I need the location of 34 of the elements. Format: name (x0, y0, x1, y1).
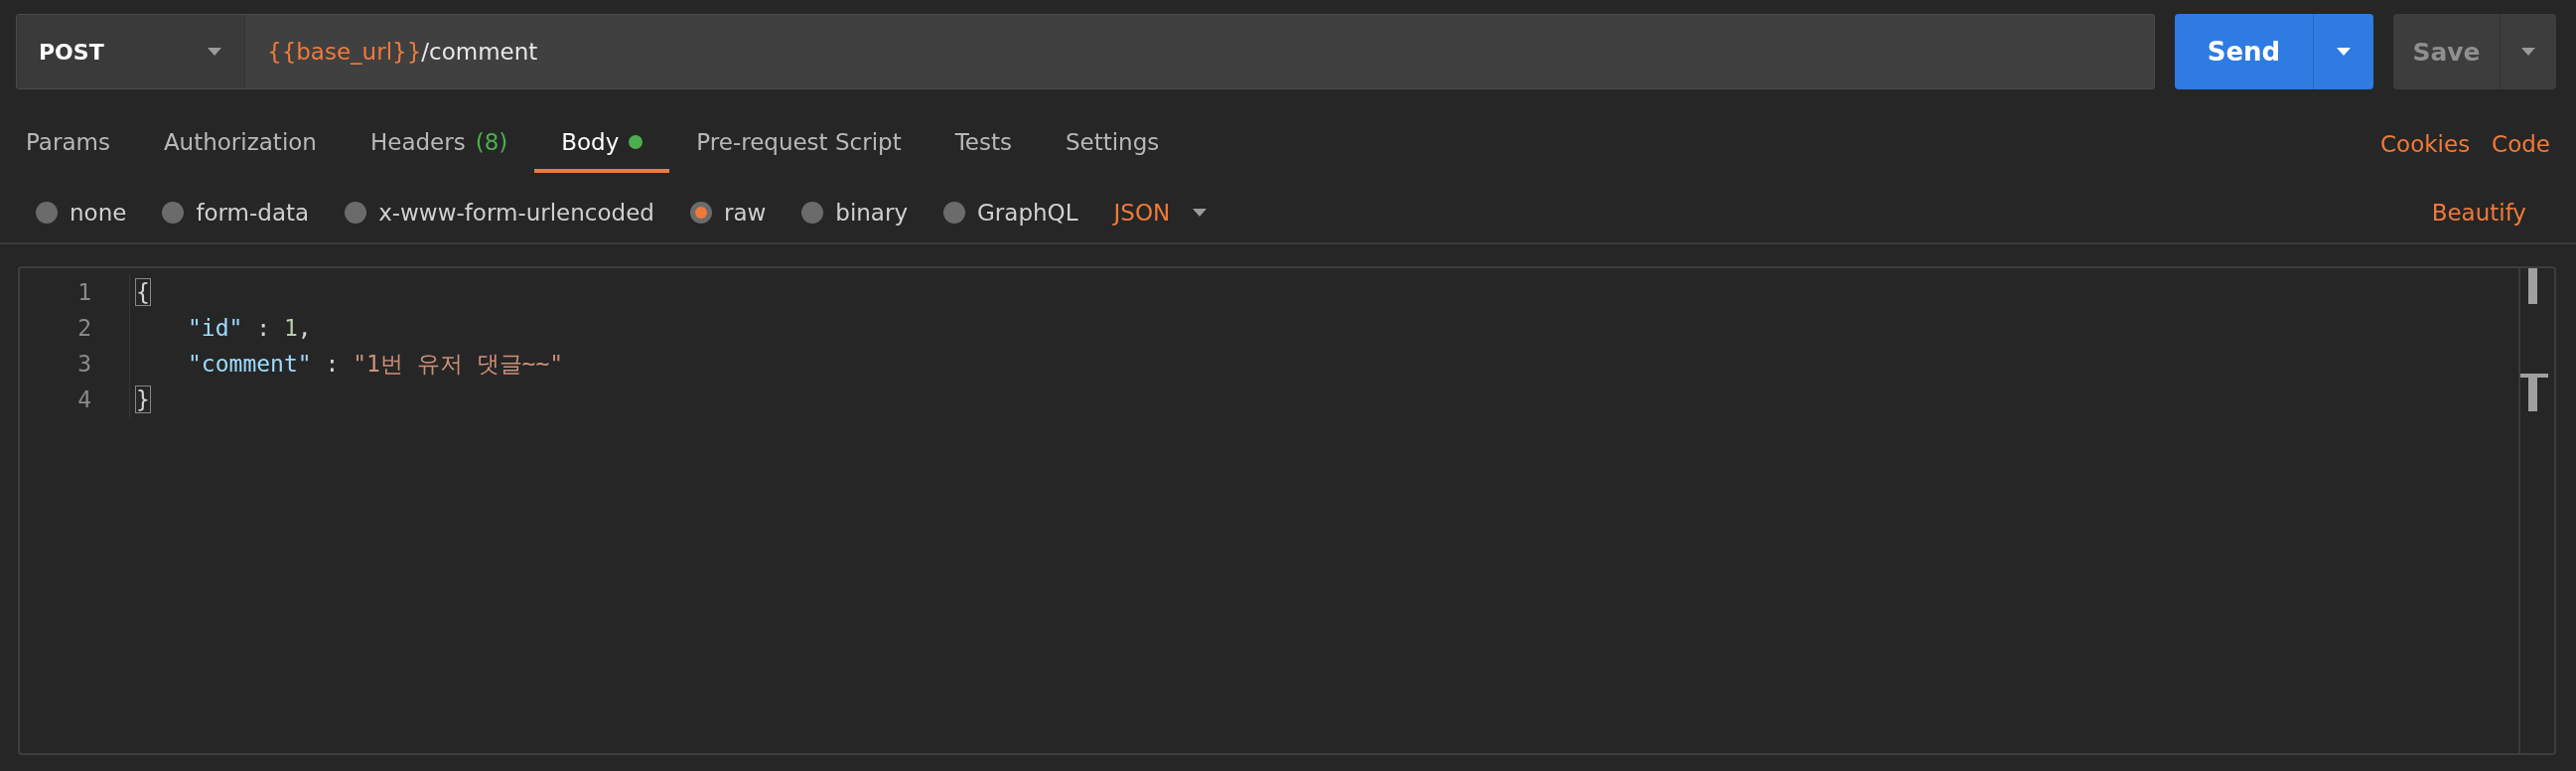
line-number: 4 (76, 386, 92, 412)
code-line: } (129, 382, 150, 417)
line-number: 1 (76, 279, 92, 305)
link[interactable]: Cookies (2359, 115, 2471, 173)
caret-icon (2336, 47, 2352, 57)
caret-icon (207, 47, 222, 57)
code-line: "comment" : "1번 유저 댓글~~" (129, 346, 564, 382)
url-field[interactable]: {{base_url}}/comment (245, 15, 2154, 88)
radio-option[interactable]: raw (689, 200, 767, 226)
tab[interactable]: Headers (8) (343, 115, 535, 173)
tab[interactable]: Tests (928, 115, 1039, 173)
line-number: 2 (76, 315, 92, 341)
tab[interactable]: Pre-request Script (669, 115, 929, 173)
radio-option[interactable]: form-data (162, 200, 310, 226)
caret-icon (2520, 47, 2536, 57)
format-dropdown[interactable]: JSON (1113, 200, 1209, 226)
beautify-link[interactable]: Beautify (2409, 200, 2526, 226)
code-line: { (129, 274, 150, 310)
tab[interactable]: Settings (1038, 115, 1187, 173)
radio-option[interactable]: binary (801, 200, 909, 226)
send-button[interactable]: Send (2175, 14, 2373, 89)
code-line: "id" : 1, (129, 310, 312, 346)
tab[interactable]: Body (534, 115, 670, 173)
caret-icon (1192, 208, 1209, 218)
line-number: 3 (76, 351, 92, 377)
header-count: (8) (475, 129, 508, 155)
tab[interactable]: Params (0, 115, 137, 173)
code-editor[interactable]: 1 { 2 "id" : 1, 3 "comment" : "1번 유저 댓글~~" 4 } (18, 266, 2556, 755)
radio-option[interactable]: GraphQL (943, 200, 1078, 226)
method-dropdown[interactable]: POST (17, 15, 245, 88)
tab[interactable]: Authorization (136, 115, 344, 173)
link[interactable]: Code (2470, 115, 2550, 173)
radio-option[interactable]: x-www-form-urlencoded (345, 200, 654, 226)
radio-option[interactable]: none (36, 200, 127, 226)
